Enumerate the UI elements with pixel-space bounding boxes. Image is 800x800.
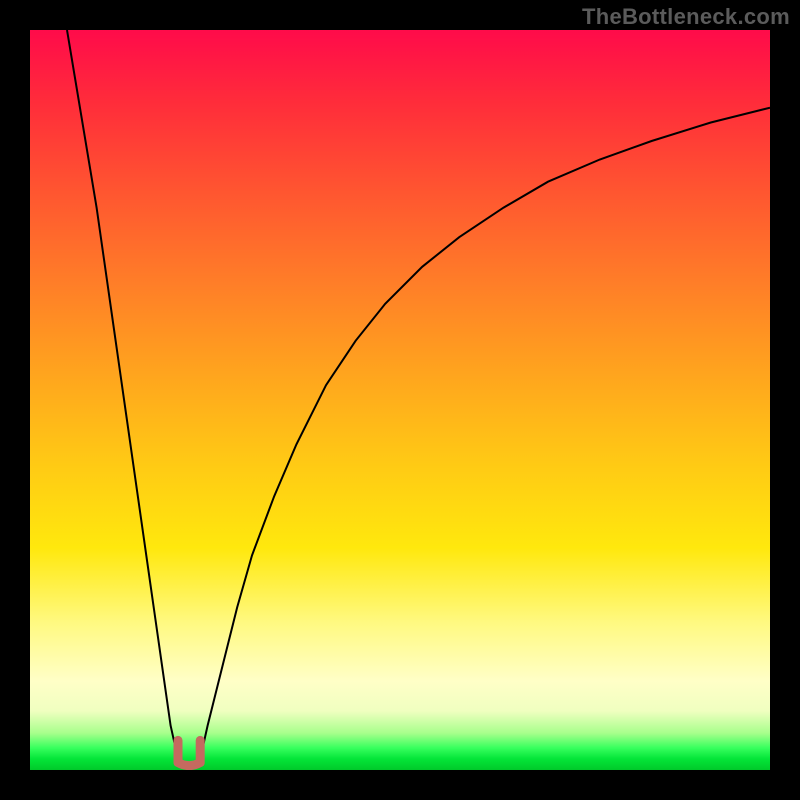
watermark-text: TheBottleneck.com (582, 4, 790, 30)
curve-overlay (30, 30, 770, 770)
plot-area (30, 30, 770, 770)
minimum-marker (178, 740, 200, 765)
bottleneck-curve (67, 30, 770, 759)
outer-frame: TheBottleneck.com (0, 0, 800, 800)
